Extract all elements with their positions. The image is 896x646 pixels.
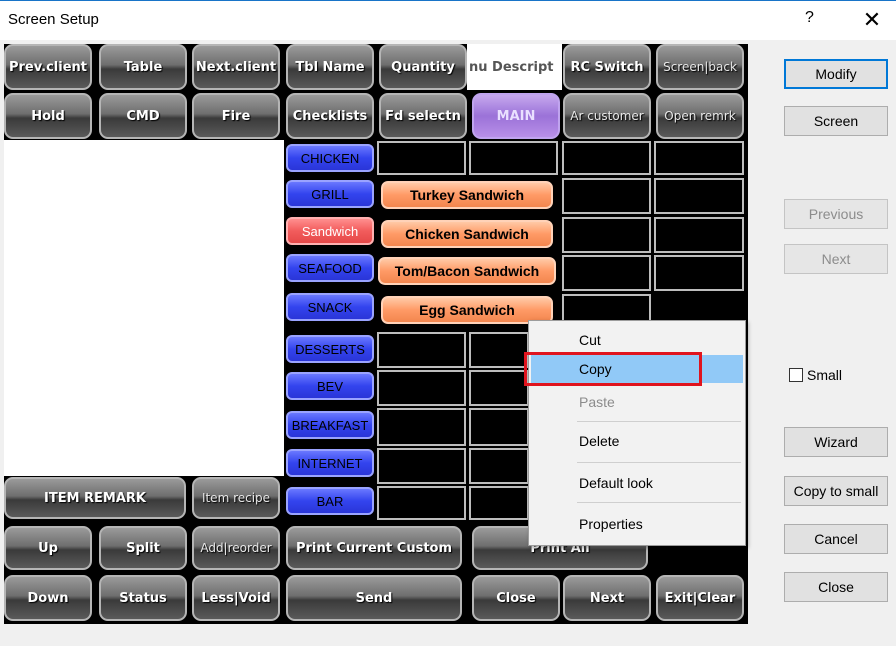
grid-cell[interactable] — [654, 141, 744, 175]
menu-item-tom-bacon-sandwich[interactable]: Tom/Bacon Sandwich — [378, 257, 556, 285]
item-recipe-button[interactable]: Item recipe — [192, 477, 280, 519]
category-snack[interactable]: SNACK — [286, 293, 374, 321]
grid-cell[interactable] — [562, 178, 651, 214]
context-menu-separator — [577, 502, 741, 503]
category-chicken[interactable]: CHICKEN — [286, 144, 374, 172]
grid-cell[interactable] — [469, 370, 529, 406]
context-menu-paste[interactable]: Paste — [531, 388, 743, 416]
context-menu-default-look[interactable]: Default look — [531, 469, 743, 497]
modify-button[interactable]: Modify — [784, 59, 888, 89]
category-desserts[interactable]: DESSERTS — [286, 335, 374, 363]
help-button[interactable]: ? — [805, 9, 814, 27]
category-seafood[interactable]: SEAFOOD — [286, 254, 374, 282]
ar-customer-button[interactable]: Ar customer — [563, 93, 651, 139]
grid-cell[interactable] — [377, 486, 466, 520]
window-title: Screen Setup — [8, 11, 99, 28]
split-button[interactable]: Split — [99, 526, 187, 570]
fd-selectn-button[interactable]: Fd selectn — [379, 93, 467, 139]
open-remrk-button[interactable]: Open remrk — [656, 93, 744, 139]
less-void-button[interactable]: Less|Void — [192, 575, 280, 621]
context-menu-delete[interactable]: Delete — [531, 427, 743, 455]
grid-cell[interactable] — [469, 141, 558, 175]
send-button[interactable]: Send — [286, 575, 462, 621]
grid-cell[interactable] — [654, 178, 744, 214]
category-sandwich[interactable]: Sandwich — [286, 217, 374, 245]
grid-cell[interactable] — [469, 448, 529, 484]
grid-cell[interactable] — [469, 408, 529, 446]
menu-description-button[interactable]: nu Descript — [467, 44, 562, 90]
tbl-name-button[interactable]: Tbl Name — [286, 44, 374, 90]
category-grill[interactable]: GRILL — [286, 180, 374, 208]
context-menu-cut[interactable]: Cut — [531, 326, 743, 354]
grid-cell[interactable] — [562, 141, 651, 175]
context-menu-separator — [577, 421, 741, 422]
context-menu-copy[interactable]: Copy — [531, 355, 743, 383]
grid-cell[interactable] — [377, 370, 466, 406]
fire-button[interactable]: Fire — [192, 93, 280, 139]
blank-area — [4, 140, 284, 476]
print-current-custom-button[interactable]: Print Current Custom — [286, 526, 462, 570]
next-client-button[interactable]: Next.client — [192, 44, 280, 90]
small-checkbox-label: Small — [807, 367, 843, 383]
grid-cell[interactable] — [377, 141, 466, 175]
category-bev[interactable]: BEV — [286, 372, 374, 400]
status-button[interactable]: Status — [99, 575, 187, 621]
rc-switch-button[interactable]: RC Switch — [563, 44, 651, 90]
grid-cell[interactable] — [377, 408, 466, 446]
menu-item-turkey-sandwich[interactable]: Turkey Sandwich — [381, 181, 553, 209]
cancel-button[interactable]: Cancel — [784, 524, 888, 554]
grid-cell[interactable] — [562, 217, 651, 253]
copy-to-small-button[interactable]: Copy to small — [784, 476, 888, 506]
context-menu-separator — [577, 462, 741, 463]
category-bar[interactable]: BAR — [286, 487, 374, 515]
grid-cell[interactable] — [469, 486, 529, 520]
quantity-button[interactable]: Quantity — [379, 44, 467, 90]
small-checkbox[interactable] — [789, 368, 803, 382]
close-pos-button[interactable]: Close — [472, 575, 560, 621]
category-internet[interactable]: INTERNET — [286, 449, 374, 477]
exit-clear-button[interactable]: Exit|Clear — [656, 575, 744, 621]
screen-back-button[interactable]: Screen|back — [656, 44, 744, 90]
category-breakfast[interactable]: BREAKFAST — [286, 411, 374, 439]
add-reorder-button[interactable]: Add|reorder — [192, 526, 280, 570]
menu-item-chicken-sandwich[interactable]: Chicken Sandwich — [381, 220, 553, 248]
screen-button[interactable]: Screen — [784, 106, 888, 136]
close-window-button[interactable]: ✕ — [852, 5, 892, 35]
close-button[interactable]: Close — [784, 572, 888, 602]
next-button[interactable]: Next — [784, 244, 888, 274]
context-menu: Cut Copy Paste Delete Default look Prope… — [528, 320, 746, 546]
title-bar: Screen Setup ? ✕ — [0, 0, 896, 40]
next-pos-button[interactable]: Next — [563, 575, 651, 621]
grid-cell[interactable] — [654, 255, 744, 291]
grid-cell[interactable] — [562, 255, 651, 291]
context-menu-properties[interactable]: Properties — [531, 510, 743, 538]
grid-cell[interactable] — [377, 332, 466, 368]
cmd-button[interactable]: CMD — [99, 93, 187, 139]
hold-button[interactable]: Hold — [4, 93, 92, 139]
item-remark-button[interactable]: ITEM REMARK — [4, 477, 186, 519]
grid-cell[interactable] — [469, 332, 529, 368]
up-button[interactable]: Up — [4, 526, 92, 570]
previous-button[interactable]: Previous — [784, 199, 888, 229]
down-button[interactable]: Down — [4, 575, 92, 621]
small-checkbox-row[interactable]: Small — [789, 367, 842, 383]
checklists-button[interactable]: Checklists — [286, 93, 374, 139]
wizard-button[interactable]: Wizard — [784, 427, 888, 457]
grid-cell[interactable] — [654, 217, 744, 253]
main-button[interactable]: MAIN — [472, 93, 560, 139]
grid-cell[interactable] — [377, 448, 466, 484]
table-button[interactable]: Table — [99, 44, 187, 90]
prev-client-button[interactable]: Prev.client — [4, 44, 92, 90]
